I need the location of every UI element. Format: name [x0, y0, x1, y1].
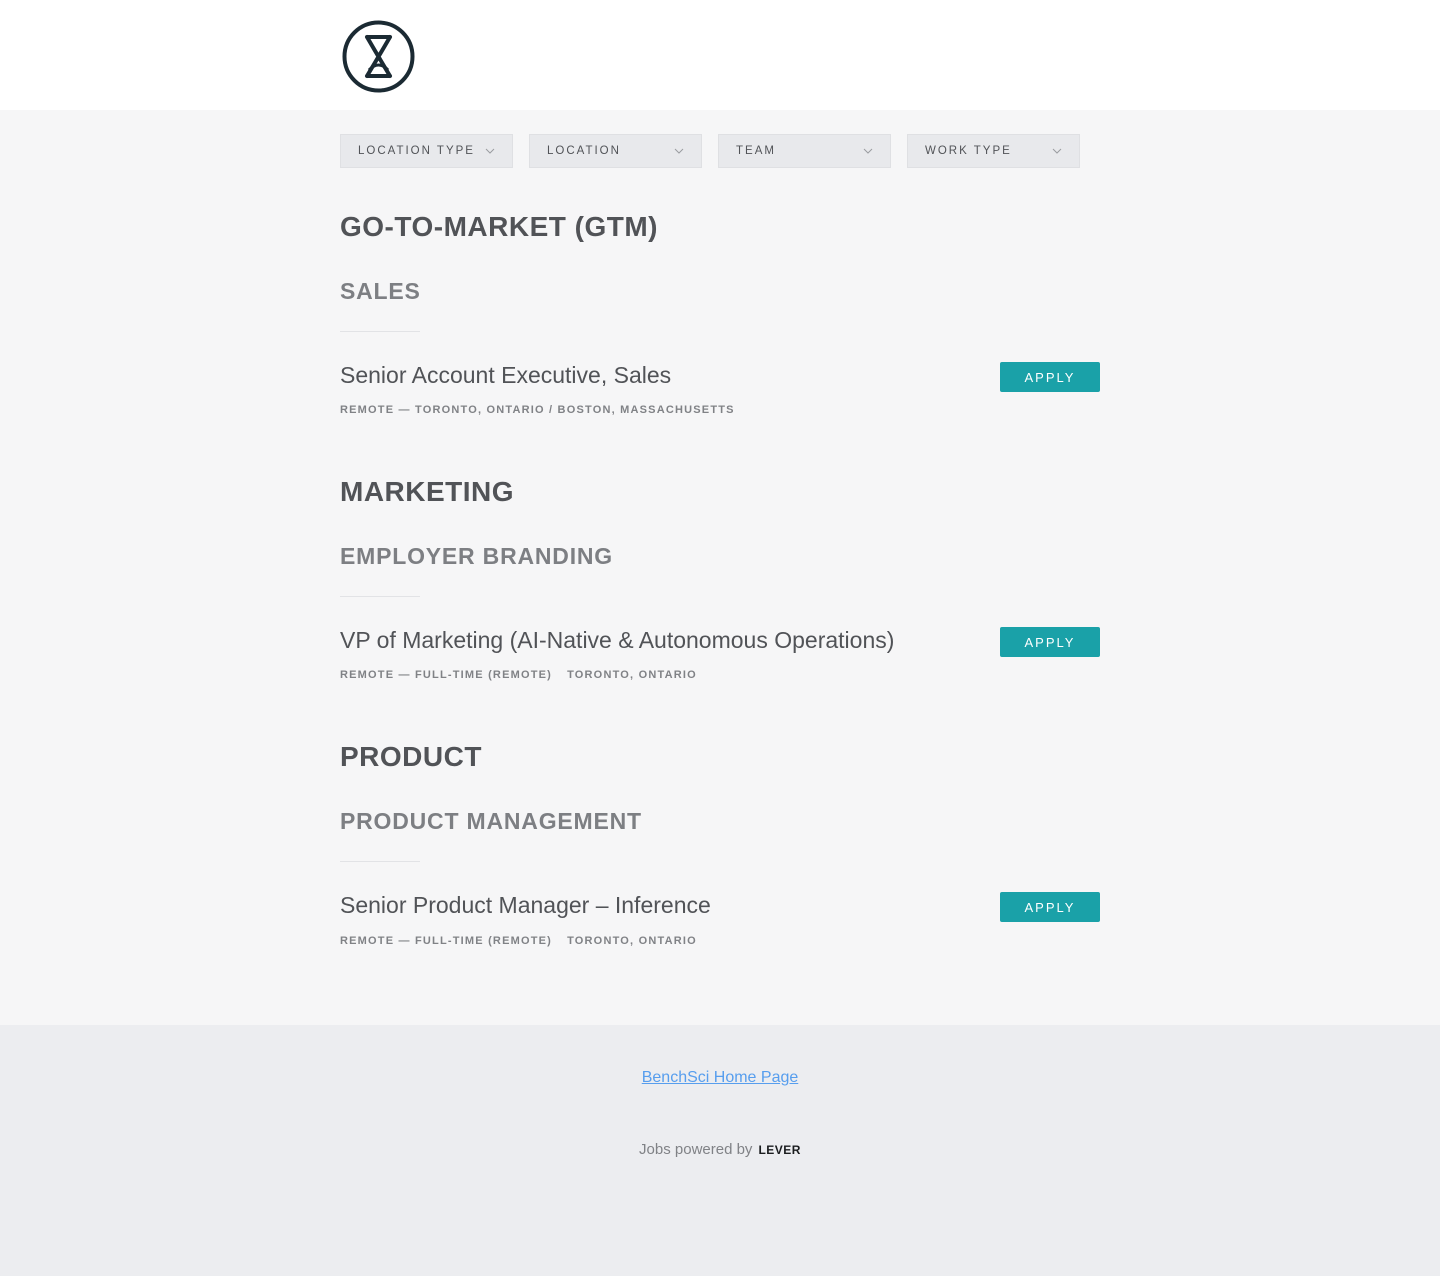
filter-team[interactable]: TEAM: [718, 134, 891, 168]
filter-label: WORK TYPE: [925, 145, 1012, 157]
apply-button[interactable]: APPLY: [1000, 627, 1100, 657]
posting-categories: REMOTE — FULL-TIME (REMOTE) TORONTO, ONT…: [340, 935, 697, 947]
filter-location[interactable]: LOCATION: [529, 134, 702, 168]
posting-commitment: REMOTE — FULL-TIME (REMOTE): [340, 669, 553, 681]
subteam-heading: PRODUCT MANAGEMENT: [340, 808, 642, 834]
filter-label: TEAM: [736, 145, 776, 157]
team-heading: PRODUCT: [340, 741, 482, 772]
divider: [340, 331, 420, 332]
divider: [340, 861, 420, 862]
posting-commitment: REMOTE — FULL-TIME (REMOTE): [340, 935, 553, 947]
powered-by: Jobs powered by LEVER: [0, 1141, 1440, 1158]
chevron-down-icon: [485, 148, 495, 154]
posting-location: TORONTO, ONTARIO: [567, 935, 697, 947]
site-header: [0, 0, 1440, 110]
filter-label: LOCATION TYPE: [358, 145, 475, 157]
apply-button[interactable]: APPLY: [1000, 892, 1100, 922]
lever-logo[interactable]: LEVER: [758, 1143, 801, 1157]
posting-categories: REMOTE — TORONTO, ONTARIO / BOSTON, MASS…: [340, 404, 735, 416]
home-page-link[interactable]: BenchSci Home Page: [642, 1069, 799, 1086]
chevron-down-icon: [863, 148, 873, 154]
subteam-heading: EMPLOYER BRANDING: [340, 543, 614, 569]
posting-location: TORONTO, ONTARIO: [567, 669, 697, 681]
filter-location-type[interactable]: LOCATION TYPE: [340, 134, 513, 168]
benchsci-logo-icon[interactable]: [342, 20, 415, 93]
home-link-wrapper: BenchSci Home Page: [0, 1069, 1440, 1087]
posting-title[interactable]: VP of Marketing (AI-Native & Autonomous …: [340, 627, 894, 654]
powered-by-text: Jobs powered by: [639, 1141, 753, 1158]
posting-title[interactable]: Senior Product Manager – Inference: [340, 892, 711, 919]
divider: [340, 596, 420, 597]
team-heading: MARKETING: [340, 476, 515, 507]
postings-area: LOCATION TYPE LOCATION TEAM WORK TYPE GO…: [0, 110, 1440, 1026]
filter-work-type[interactable]: WORK TYPE: [907, 134, 1080, 168]
page-footer: BenchSci Home Page Jobs powered by LEVER: [0, 1025, 1440, 1276]
posting-categories: REMOTE — FULL-TIME (REMOTE) TORONTO, ONT…: [340, 669, 697, 681]
posting-title[interactable]: Senior Account Executive, Sales: [340, 362, 671, 389]
posting-location: REMOTE — TORONTO, ONTARIO / BOSTON, MASS…: [340, 404, 735, 416]
filter-bar: LOCATION TYPE LOCATION TEAM WORK TYPE: [340, 134, 1080, 168]
chevron-down-icon: [674, 148, 684, 154]
team-heading: GO-TO-MARKET (GTM): [340, 211, 658, 242]
chevron-down-icon: [1052, 148, 1062, 154]
filter-label: LOCATION: [547, 145, 621, 157]
subteam-heading: SALES: [340, 278, 421, 304]
apply-button[interactable]: APPLY: [1000, 362, 1100, 392]
